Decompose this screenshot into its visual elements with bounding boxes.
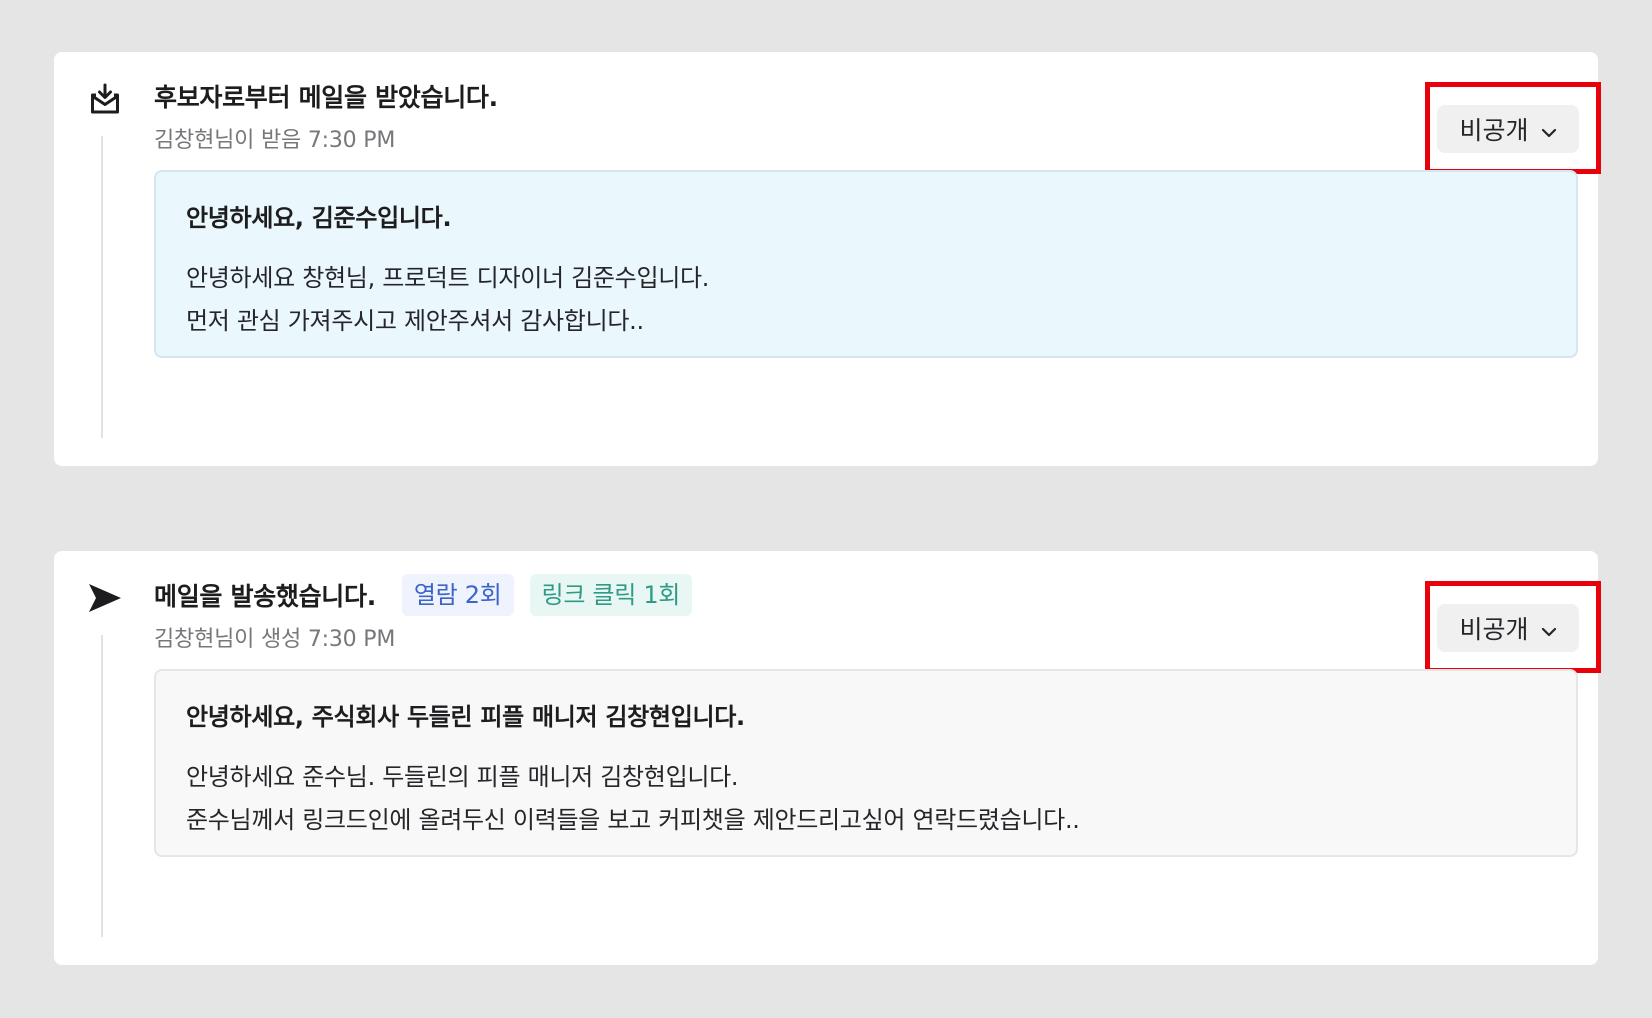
event-header: 메일을 발송했습니다. 열람 2회 링크 클릭 1회 xyxy=(154,569,693,621)
visibility-label: 비공개 xyxy=(1459,615,1529,644)
mail-preview[interactable]: 안녕하세요, 김준수입니다. 안녕하세요 창현님, 프로덕트 디자이너 김준수입… xyxy=(154,170,1578,358)
timeline-connector xyxy=(101,136,103,438)
send-icon xyxy=(84,577,126,619)
timeline-event-sent: 메일을 발송했습니다. 열람 2회 링크 클릭 1회 김창현님이 생성 7:30… xyxy=(54,551,1601,965)
mail-preview[interactable]: 안녕하세요, 주식회사 두들린 피플 매니저 김창현입니다. 안녕하세요 준수님… xyxy=(154,669,1578,857)
link-click-badge: 링크 클릭 1회 xyxy=(529,574,693,616)
event-meta: 김창현님이 받음 7:30 PM xyxy=(154,128,396,153)
chevron-down-icon xyxy=(1541,614,1557,643)
mail-subject: 안녕하세요, 주식회사 두들린 피플 매니저 김창현입니다. xyxy=(186,703,745,731)
visibility-dropdown[interactable]: 비공개 xyxy=(1437,105,1579,153)
timeline-connector xyxy=(101,635,103,937)
visibility-dropdown[interactable]: 비공개 xyxy=(1437,604,1579,652)
event-title: 메일을 발송했습니다. xyxy=(154,582,376,611)
event-title: 후보자로부터 메일을 받았습니다. xyxy=(154,83,498,112)
mail-body-line: 안녕하세요 준수님. 두들린의 피플 매니저 김창현입니다. xyxy=(186,763,739,791)
timeline-event-received: 후보자로부터 메일을 받았습니다. 김창현님이 받음 7:30 PM 비공개 안… xyxy=(54,52,1601,466)
event-header: 후보자로부터 메일을 받았습니다. xyxy=(154,70,498,122)
mail-body-line: 먼저 관심 가져주시고 제안주셔서 감사합니다.. xyxy=(186,307,644,335)
open-count-badge: 열람 2회 xyxy=(401,574,514,616)
mail-body-line: 안녕하세요 창현님, 프로덕트 디자이너 김준수입니다. xyxy=(186,264,710,292)
mail-subject: 안녕하세요, 김준수입니다. xyxy=(186,204,452,232)
chevron-down-icon xyxy=(1541,115,1557,144)
mail-received-icon xyxy=(84,78,126,120)
mail-body-line: 준수님께서 링크드인에 올려두신 이력들을 보고 커피챗을 제안드리고싶어 연락… xyxy=(186,806,1080,834)
visibility-label: 비공개 xyxy=(1459,116,1529,145)
event-meta: 김창현님이 생성 7:30 PM xyxy=(154,627,396,652)
